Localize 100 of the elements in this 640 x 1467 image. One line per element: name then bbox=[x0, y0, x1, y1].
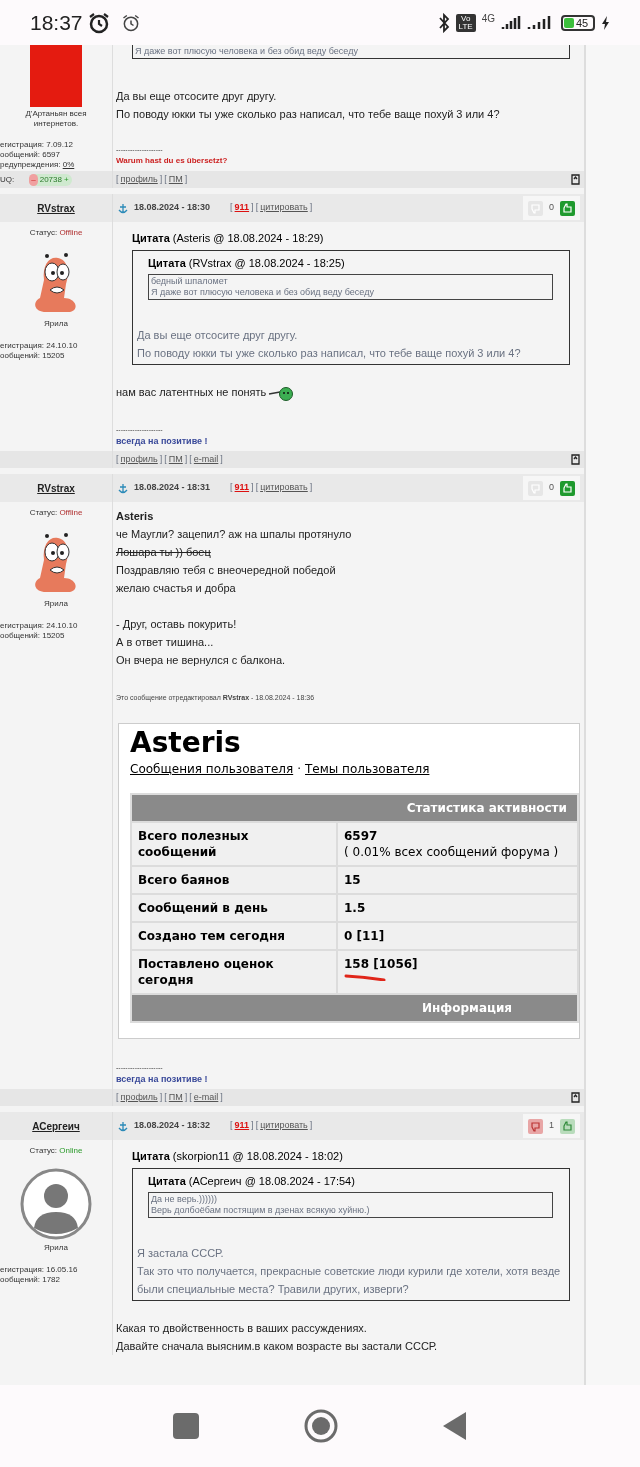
report-link[interactable]: 911 bbox=[234, 1120, 250, 1131]
anchor-icon[interactable] bbox=[118, 202, 128, 214]
rating-count: 0 bbox=[549, 481, 554, 495]
post-count: ообщений: 15205 bbox=[0, 631, 66, 641]
avatar-silhouette-icon bbox=[20, 1168, 92, 1240]
message-text: Да вы еще отсосите друг другу. bbox=[116, 89, 277, 104]
table-cell: Сообщений в день bbox=[132, 895, 336, 921]
signature-text: всегда на позитиве ! bbox=[116, 1073, 208, 1086]
post-date: 18.08.2024 - 18:30 bbox=[134, 201, 211, 215]
charging-icon bbox=[601, 14, 610, 31]
footer-link[interactable]: профиль bbox=[120, 1091, 158, 1102]
quote-header: Цитата (skorpion11 @ 18.08.2024 - 18:02) bbox=[132, 1149, 344, 1164]
author-link[interactable]: RVstrax bbox=[37, 480, 75, 496]
footer-link[interactable]: e-mail bbox=[193, 453, 219, 464]
bracket-text: ] bbox=[184, 1091, 188, 1102]
user-group: Ярила bbox=[44, 319, 68, 329]
rating-count: 1 bbox=[549, 1119, 554, 1133]
table-cell: Всего баянов bbox=[132, 867, 336, 893]
thumbs-down-icon[interactable] bbox=[528, 200, 543, 216]
scroll-up-icon[interactable] bbox=[571, 1092, 580, 1103]
bracket-text: ] bbox=[184, 453, 188, 464]
bracket-text: [ bbox=[255, 482, 259, 493]
bracket-text: ] bbox=[159, 453, 163, 464]
quote-header: Цитата (АСергеич @ 18.08.2024 - 17:54) bbox=[148, 1174, 356, 1189]
post-date: 18.08.2024 - 18:31 bbox=[134, 481, 211, 495]
table-cell-text: 0 [11] bbox=[344, 928, 386, 944]
bracket-text: [ bbox=[255, 1120, 259, 1131]
profile-title: Asteris bbox=[130, 726, 242, 760]
message-text: Какая то двойственность в ваших рассуждениях. bbox=[116, 1321, 367, 1336]
bracket-text: ] bbox=[251, 1120, 254, 1131]
reputation-value: 20738 bbox=[39, 173, 62, 186]
post-count: ообщений: 15205 bbox=[0, 351, 66, 361]
underline-mark bbox=[344, 973, 386, 981]
message-text: Давайте сначала выясним.в каком возрасте вы застали СССР. bbox=[116, 1339, 438, 1354]
message-text: По поводу юкки ты уже сколько раз написал, что тебе ваще похуй 3 или 4? bbox=[116, 107, 500, 122]
signature-text: всегда на позитиве ! bbox=[116, 435, 208, 448]
clock-time: 18:37 bbox=[30, 9, 83, 36]
footer-link[interactable]: ПМ bbox=[168, 453, 183, 464]
status-value: Offline bbox=[59, 228, 83, 237]
registration-date: егистрация: 24.10.10 bbox=[0, 341, 79, 351]
message-text: нам вас латентных не понять bbox=[116, 385, 267, 400]
footer-link[interactable]: e-mail bbox=[193, 1091, 219, 1102]
alarm-icon bbox=[120, 12, 141, 33]
bracket-text: ] bbox=[159, 173, 163, 184]
table-title: Статистика активности bbox=[406, 800, 567, 817]
table-title: Информация bbox=[422, 1000, 512, 1017]
scroll-up-icon[interactable] bbox=[571, 174, 580, 185]
signal-icon bbox=[501, 14, 521, 31]
quote-text: Я даже вот плюсую человека и без обид веду беседу bbox=[135, 45, 359, 57]
bracket-text: ] bbox=[309, 482, 313, 493]
post-count: ообщений: 6597 bbox=[0, 150, 62, 160]
signature-text: Warum hast du es übersetzt? bbox=[116, 155, 228, 167]
anchor-icon[interactable] bbox=[118, 482, 128, 494]
quote-link[interactable]: цитировать bbox=[260, 202, 308, 213]
quote-text: Я застала СССР. bbox=[137, 1246, 225, 1261]
registration-date: егистрация: 7.09.12 bbox=[0, 140, 74, 150]
user-group: Ярила bbox=[44, 599, 68, 609]
bracket-text: ] bbox=[251, 482, 254, 493]
footer-link[interactable]: профиль bbox=[120, 173, 158, 184]
quote-link[interactable]: цитировать bbox=[260, 1120, 308, 1131]
message-text: А в ответ тишина... bbox=[116, 635, 214, 650]
message-text: желаю счастья и добра bbox=[116, 581, 236, 596]
report-link[interactable]: 911 bbox=[234, 202, 250, 213]
network-type: 4G bbox=[481, 12, 495, 26]
quote-text: Да не верь.)))))) bbox=[151, 1194, 218, 1205]
table-cell-text: 6597 bbox=[344, 828, 379, 844]
quote-header: Цитата (RVstrax @ 18.08.2024 - 18:25) bbox=[148, 256, 346, 271]
status-label: Статус: bbox=[29, 1146, 59, 1155]
footer-link[interactable]: ПМ bbox=[168, 1091, 183, 1102]
thumbs-down-icon[interactable] bbox=[528, 1118, 543, 1134]
status-value: Online bbox=[59, 1146, 83, 1155]
quote-link[interactable]: цитировать bbox=[260, 482, 308, 493]
warnings-value[interactable]: 0% bbox=[62, 160, 75, 169]
quote-header: Цитата (Asteris @ 18.08.2024 - 18:29) bbox=[132, 231, 325, 246]
bracket-text: ] bbox=[184, 173, 188, 184]
anchor-icon[interactable] bbox=[118, 1120, 128, 1132]
profile-link[interactable]: Темы пользователя bbox=[305, 760, 430, 778]
warnings-label: редупреждения: bbox=[0, 160, 62, 169]
scroll-up-icon[interactable] bbox=[571, 454, 580, 465]
bracket-text: [ bbox=[230, 1120, 233, 1131]
author-link[interactable]: АСергеич bbox=[32, 1118, 80, 1134]
thumbs-up-icon[interactable] bbox=[560, 480, 575, 496]
message-text: - Друг, оставь покурить! bbox=[116, 617, 237, 632]
thumbs-down-icon[interactable] bbox=[528, 480, 543, 496]
home-icon[interactable] bbox=[304, 1409, 338, 1443]
message-text: Asteris bbox=[116, 509, 155, 524]
recent-apps-icon[interactable] bbox=[172, 1413, 199, 1439]
author-link[interactable]: RVstrax bbox=[37, 200, 75, 216]
bracket-text: ] bbox=[220, 1091, 223, 1102]
table-cell: Создано тем сегодня bbox=[132, 923, 336, 949]
status-value: Offline bbox=[59, 508, 83, 517]
back-icon[interactable] bbox=[443, 1412, 468, 1440]
profile-link[interactable]: Сообщения пользователя bbox=[130, 760, 294, 778]
bracket-text: ] bbox=[159, 1091, 163, 1102]
thumbs-up-icon[interactable] bbox=[560, 1118, 575, 1134]
thumbs-up-icon[interactable] bbox=[560, 200, 575, 216]
footer-link[interactable]: ПМ bbox=[168, 173, 183, 184]
footer-link[interactable]: профиль bbox=[120, 453, 158, 464]
table-cell-text: 158 [1056] bbox=[344, 956, 419, 972]
report-link[interactable]: 911 bbox=[234, 482, 250, 493]
